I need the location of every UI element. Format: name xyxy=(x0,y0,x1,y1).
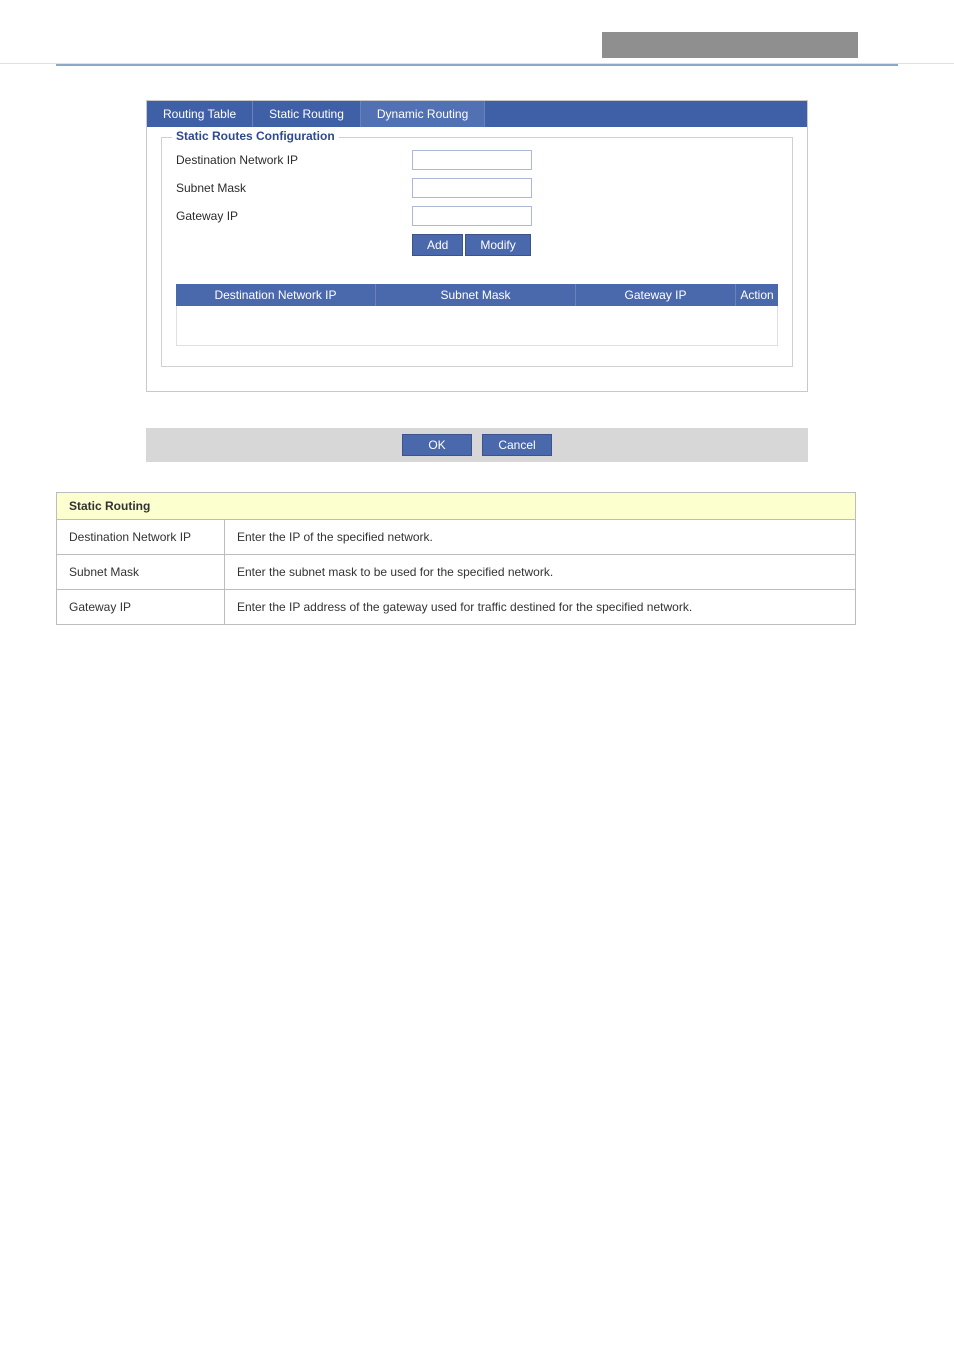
cancel-button[interactable]: Cancel xyxy=(482,434,552,456)
col-header-dest: Destination Network IP xyxy=(176,284,376,306)
gateway-input[interactable] xyxy=(412,206,532,226)
tab-routing-table[interactable]: Routing Table xyxy=(147,101,253,127)
col-header-gateway: Gateway IP xyxy=(576,284,736,306)
add-button[interactable]: Add xyxy=(412,234,463,256)
param-label: Gateway IP xyxy=(57,590,225,625)
subnet-input[interactable] xyxy=(412,178,532,198)
row-dest-ip: Destination Network IP xyxy=(176,150,778,170)
tabs-row: Routing Table Static Routing Dynamic Rou… xyxy=(147,101,807,127)
routes-table-header: Destination Network IP Subnet Mask Gatew… xyxy=(176,284,778,306)
fieldset-legend: Static Routes Configuration xyxy=(172,129,339,143)
add-modify-buttons: Add Modify xyxy=(412,234,778,256)
dest-ip-label: Destination Network IP xyxy=(176,153,412,167)
param-desc: Enter the IP of the specified network. xyxy=(225,520,856,555)
table-row: Destination Network IP Enter the IP of t… xyxy=(57,520,856,555)
ok-button[interactable]: OK xyxy=(402,434,472,456)
col-header-subnet: Subnet Mask xyxy=(376,284,576,306)
param-header-cell: Static Routing xyxy=(57,493,856,520)
header-bar xyxy=(0,36,954,64)
param-desc: Enter the IP address of the gateway used… xyxy=(225,590,856,625)
param-label: Subnet Mask xyxy=(57,555,225,590)
routes-table-body xyxy=(176,306,778,346)
header-divider xyxy=(56,64,898,66)
parameter-table: Static Routing Destination Network IP En… xyxy=(56,492,856,625)
row-gateway: Gateway IP xyxy=(176,206,778,226)
tab-static-routing[interactable]: Static Routing xyxy=(253,101,361,127)
tab-filler xyxy=(485,101,807,127)
config-panel: Routing Table Static Routing Dynamic Rou… xyxy=(146,100,808,392)
dest-ip-input[interactable] xyxy=(412,150,532,170)
table-row: Subnet Mask Enter the subnet mask to be … xyxy=(57,555,856,590)
static-routes-fieldset: Static Routes Configuration Destination … xyxy=(161,137,793,367)
gateway-label: Gateway IP xyxy=(176,209,412,223)
param-label: Destination Network IP xyxy=(57,520,225,555)
tab-dynamic-routing[interactable]: Dynamic Routing xyxy=(361,101,485,127)
row-subnet: Subnet Mask xyxy=(176,178,778,198)
header-grey-block xyxy=(602,32,858,58)
col-header-action: Action xyxy=(736,284,778,306)
param-desc: Enter the subnet mask to be used for the… xyxy=(225,555,856,590)
modify-button[interactable]: Modify xyxy=(465,234,530,256)
panel-body: Static Routes Configuration Destination … xyxy=(147,127,807,391)
footer-bar: OK Cancel xyxy=(146,428,808,462)
table-row: Gateway IP Enter the IP address of the g… xyxy=(57,590,856,625)
param-header-row: Static Routing xyxy=(57,493,856,520)
subnet-label: Subnet Mask xyxy=(176,181,412,195)
